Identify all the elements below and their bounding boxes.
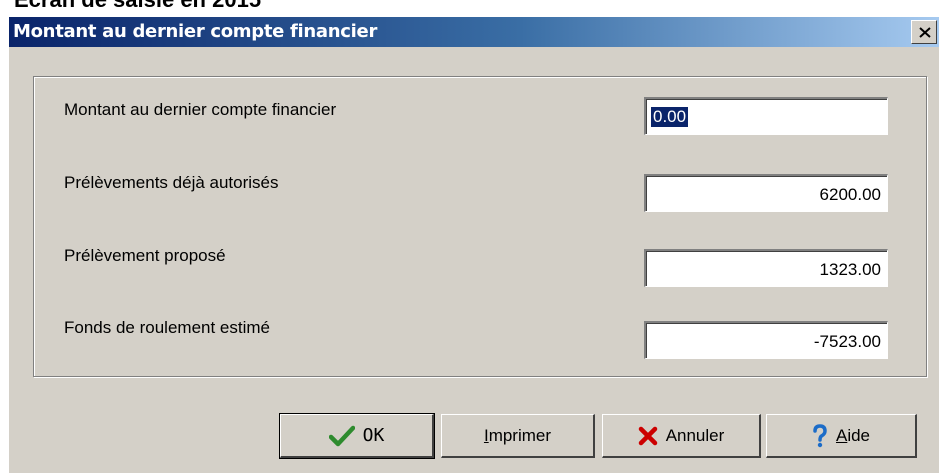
- close-button[interactable]: [911, 20, 937, 44]
- aide-button[interactable]: Aide: [766, 414, 917, 458]
- selected-value: 0.00: [651, 107, 689, 127]
- aide-mnemonic: A: [835, 425, 848, 445]
- aide-label: ide: [847, 425, 871, 445]
- dialog-title: Montant au dernier compte financier: [13, 21, 378, 42]
- field-value: 1323.00: [819, 260, 881, 279]
- dialog-window: Montant au dernier compte financier Mont…: [7, 16, 939, 473]
- ok-label: OK: [362, 425, 385, 446]
- input-montant-dernier-compte[interactable]: 0.00: [644, 97, 888, 135]
- input-fonds-roulement[interactable]: -7523.00: [644, 321, 888, 359]
- label-prelevements-autorises: Prélèvements déjà autorisés: [64, 173, 279, 192]
- ok-button[interactable]: OK: [279, 413, 435, 459]
- page-heading: Ecran de saisie en 2015: [14, 0, 261, 13]
- input-prelevements-autorises[interactable]: 6200.00: [644, 174, 888, 212]
- close-icon: [919, 27, 931, 38]
- label-montant-dernier-compte: Montant au dernier compte financier: [64, 100, 337, 119]
- annuler-label: Annuler: [665, 425, 725, 445]
- checkmark-icon: [328, 425, 355, 447]
- label-fonds-roulement: Fonds de roulement estimé: [64, 318, 270, 337]
- imprimer-label: mprimer: [488, 425, 552, 445]
- input-prelevement-propose[interactable]: 1323.00: [644, 249, 888, 287]
- field-value: 6200.00: [819, 185, 881, 204]
- label-prelevement-propose: Prélèvement proposé: [64, 246, 226, 265]
- red-x-icon: [638, 426, 658, 446]
- title-bar[interactable]: Montant au dernier compte financier: [9, 17, 939, 47]
- imprimer-button[interactable]: Imprimer: [441, 414, 595, 458]
- field-value: -7523.00: [813, 332, 881, 351]
- question-mark-icon: [812, 423, 828, 448]
- annuler-button[interactable]: Annuler: [602, 414, 761, 458]
